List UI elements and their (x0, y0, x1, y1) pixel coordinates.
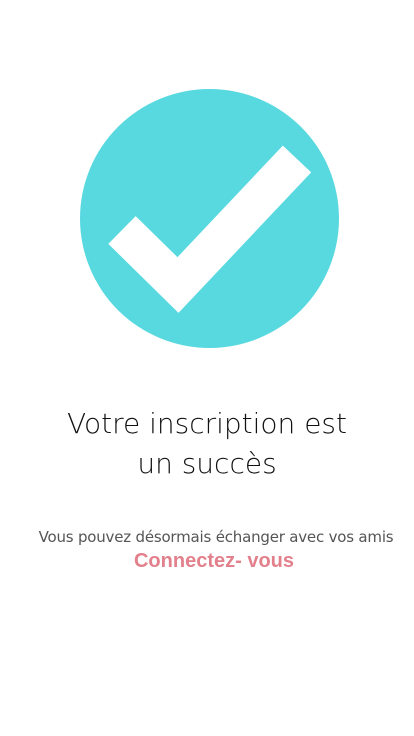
success-checkmark-icon (80, 89, 339, 348)
success-subtitle: Vous pouvez désormais échanger avec vos … (38, 528, 394, 546)
success-title-line-2: un succès (137, 447, 277, 480)
success-circle (80, 89, 339, 348)
login-link[interactable]: Connectez- vous (0, 548, 414, 574)
success-title-line-1: Votre inscription est (66, 407, 347, 440)
success-title: Votre inscription est un succès (0, 404, 414, 484)
